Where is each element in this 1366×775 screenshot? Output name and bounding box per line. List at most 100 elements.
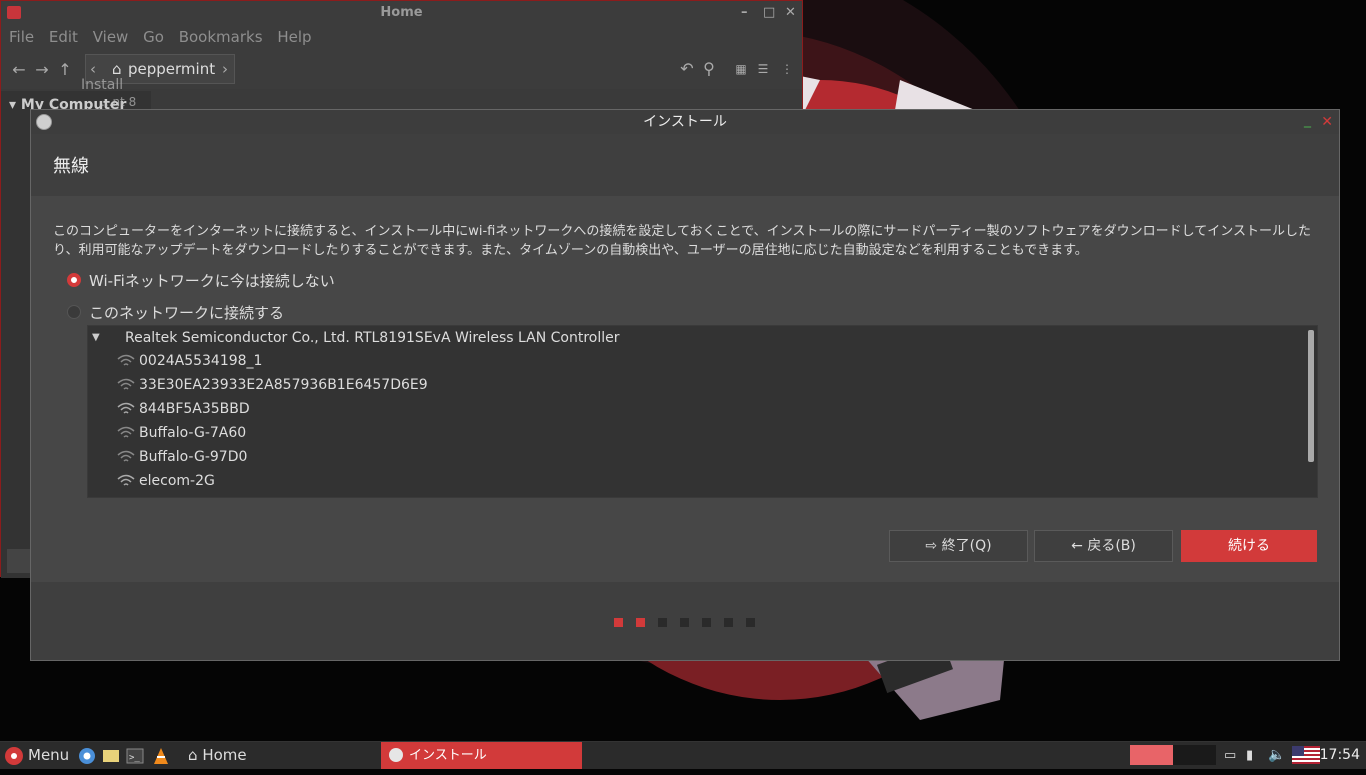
wireless-description: このコンピューターをインターネットに接続すると、インストール中にwi-fiネット…	[53, 224, 1311, 258]
vlc-icon[interactable]	[152, 742, 170, 769]
installer-dialog: インストール _ ✕ 無線 このコンピューターをインターネットに接続すると、イン…	[30, 109, 1340, 661]
menu-help[interactable]: Help	[277, 28, 311, 46]
volume-icon[interactable]: 🔈	[1268, 742, 1285, 769]
minimize-icon[interactable]: –	[741, 1, 748, 25]
installer-disc-icon	[389, 748, 403, 762]
continue-label: 続ける	[1228, 538, 1270, 554]
page-title: 無線	[53, 156, 89, 177]
minimize-icon[interactable]: _	[1304, 108, 1311, 132]
dialog-title: インストール	[643, 114, 727, 130]
installer-disc-icon	[36, 114, 52, 130]
quit-button[interactable]: ⇨ 終了(Q)	[889, 530, 1028, 562]
back-label: 戻る(B)	[1087, 538, 1136, 554]
network-ssid: 844BF5A35BBD	[139, 401, 250, 417]
taskbar: Menu >_ ⌂ Home インストール ▭ ▮ 🔈 17:54	[0, 741, 1366, 769]
view-buttons: ↶ ⚲ ▦ ☰ ⋮	[675, 54, 800, 84]
desktop-install-label: Install	[81, 77, 124, 93]
network-list[interactable]: ▼ Realtek Semiconductor Co., Ltd. RTL819…	[87, 325, 1318, 498]
progress-dot	[680, 618, 689, 627]
file-manager-icon[interactable]	[102, 742, 120, 769]
taskbar-installer-task[interactable]: インストール	[381, 742, 582, 769]
radio-connect[interactable]: このネットワークに接続する	[67, 302, 467, 324]
radio-no-connect-label: Wi-Fiネットワークに今は接続しない	[89, 272, 335, 290]
quit-label: 終了(Q)	[941, 538, 992, 554]
wifi-signal-icon	[117, 354, 135, 366]
network-ssid: 0024A5534198_1	[139, 353, 263, 369]
wifi-signal-icon	[117, 402, 135, 414]
workspace-2[interactable]	[1173, 745, 1216, 765]
close-icon[interactable]: ✕	[785, 1, 796, 25]
back-arrow-icon: ←	[1071, 538, 1083, 554]
breadcrumb-right-icon[interactable]: ›	[222, 55, 228, 83]
wifi-signal-icon	[117, 450, 135, 462]
menu-file[interactable]: File	[9, 28, 34, 46]
network-row[interactable]: Buffalo-G-7A60	[88, 421, 1288, 445]
menu-view[interactable]: View	[93, 28, 129, 46]
file-manager-menubar: File Edit View Go Bookmarks Help	[1, 25, 802, 49]
dialog-header: 無線	[31, 134, 1339, 196]
wifi-signal-icon	[117, 426, 135, 438]
svg-text:>_: >_	[129, 753, 140, 763]
file-manager-app-icon	[7, 6, 21, 19]
back-arrow-icon[interactable]: ←	[9, 58, 29, 82]
network-ssid: Buffalo-G-7A60	[139, 425, 247, 441]
taskbar-installer-label: インストール	[409, 748, 487, 763]
progress-dot	[636, 618, 645, 627]
menu-go[interactable]: Go	[143, 28, 164, 46]
radio-no-connect[interactable]: Wi-Fiネットワークに今は接続しない	[67, 270, 467, 292]
chromium-icon[interactable]	[78, 742, 96, 769]
clock: 17:54	[1319, 747, 1360, 763]
progress-dot	[702, 618, 711, 627]
battery-icon[interactable]: ▮	[1246, 742, 1253, 769]
compact-view-icon[interactable]: ⋮	[777, 57, 797, 81]
network-row[interactable]: 844BF5A35BBD	[88, 397, 1288, 421]
maximize-icon[interactable]: □	[763, 1, 775, 25]
wifi-signal-icon	[117, 474, 135, 486]
breadcrumb-location[interactable]: peppermint	[128, 55, 215, 83]
workspace-1[interactable]	[1130, 745, 1173, 765]
desktop-install-sublabel: ...nt 8	[101, 95, 137, 109]
radio-unselected-icon[interactable]	[67, 305, 81, 319]
network-list-scrollbar[interactable]	[1308, 330, 1314, 462]
dialog-titlebar: インストール _ ✕	[31, 110, 1339, 134]
back-button[interactable]: ← 戻る(B)	[1034, 530, 1173, 562]
list-view-icon[interactable]: ☰	[753, 57, 773, 81]
forward-arrow-icon[interactable]: →	[32, 58, 52, 82]
home-icon: ⌂	[188, 746, 198, 764]
network-row[interactable]: 0024A5534198_1	[88, 349, 1288, 373]
progress-dot	[724, 618, 733, 627]
up-arrow-icon[interactable]: ↑	[55, 58, 75, 82]
file-manager-titlebar: Home – □ ✕	[1, 1, 802, 25]
terminal-icon[interactable]: >_	[126, 742, 144, 769]
search-icon[interactable]: ⚲	[699, 57, 719, 81]
network-row[interactable]: elecom-2G	[88, 469, 1288, 493]
icon-view-icon[interactable]: ▦	[731, 57, 751, 81]
menu-button[interactable]: Menu	[28, 742, 69, 769]
progress-dot	[614, 618, 623, 627]
continue-button[interactable]: 続ける	[1181, 530, 1317, 562]
quit-icon: ⇨	[925, 538, 938, 554]
radio-connect-label: このネットワークに接続する	[89, 304, 285, 322]
taskbar-home-label: Home	[202, 746, 247, 764]
progress-dot	[746, 618, 755, 627]
taskbar-home-task[interactable]: ⌂ Home	[188, 742, 247, 769]
network-row[interactable]: 33E30EA23933E2A857936B1E6457D6E9	[88, 373, 1288, 397]
file-manager-title: Home	[380, 5, 423, 20]
network-row[interactable]: Buffalo-G-97D0	[88, 445, 1288, 469]
expander-down-icon[interactable]: ▼	[92, 326, 100, 350]
network-ssid: 33E30EA23933E2A857936B1E6457D6E9	[139, 377, 428, 393]
menu-edit[interactable]: Edit	[49, 28, 78, 46]
dialog-footer	[31, 582, 1339, 660]
menu-bookmarks[interactable]: Bookmarks	[179, 28, 263, 46]
progress-dot	[658, 618, 667, 627]
us-flag-icon[interactable]	[1292, 742, 1322, 769]
close-icon[interactable]: ✕	[1321, 110, 1333, 134]
display-icon[interactable]: ▭	[1224, 742, 1236, 769]
sidebar-folder-button[interactable]	[7, 549, 31, 573]
adapter-row[interactable]: ▼ Realtek Semiconductor Co., Ltd. RTL819…	[88, 326, 1288, 350]
menu-logo-icon[interactable]	[4, 742, 24, 769]
network-ssid: elecom-2G	[139, 473, 215, 489]
network-ssid: Buffalo-G-97D0	[139, 449, 248, 465]
toggle-location-icon[interactable]: ↶	[677, 57, 697, 81]
radio-selected-icon[interactable]	[67, 273, 81, 287]
